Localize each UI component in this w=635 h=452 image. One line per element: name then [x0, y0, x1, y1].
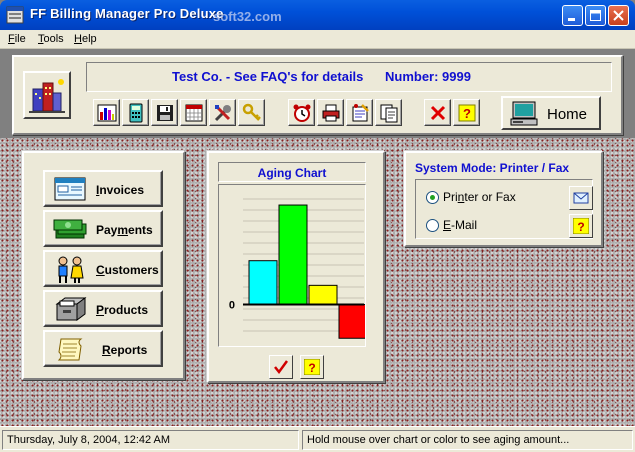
aging-chart-title: Aging Chart — [218, 162, 366, 182]
watermark: soft32.com — [213, 9, 282, 24]
documents-icon — [380, 104, 398, 123]
navigation-panel: Invoices Payments Customers Products Rep… — [22, 151, 185, 380]
svg-text:?: ? — [308, 361, 315, 375]
close-button[interactable] — [608, 5, 629, 26]
reports-label: Reports — [102, 343, 148, 357]
cancel-icon — [430, 105, 446, 121]
floppy-disk-icon — [157, 105, 173, 121]
maximize-button[interactable] — [585, 5, 606, 26]
tools-icon — [214, 105, 231, 122]
logo-button[interactable] — [23, 71, 71, 119]
scroll-icon — [57, 338, 83, 361]
status-datetime: Thursday, July 8, 2004, 12:42 AM — [2, 430, 299, 450]
printer-icon — [322, 104, 340, 122]
save-button[interactable] — [151, 99, 178, 126]
minimize-icon — [568, 18, 575, 21]
help-icon: ? — [458, 104, 476, 122]
toolbar-panel: Test Co. - See FAQ's for details Number:… — [12, 55, 623, 135]
key-button[interactable] — [238, 99, 265, 126]
status-hint: Hold mouse over chart or color to see ag… — [302, 430, 633, 450]
help-icon: ? — [304, 359, 320, 375]
printer-fax-label[interactable]: Printer or Fax — [443, 190, 516, 204]
close-icon — [613, 10, 624, 21]
chart-help-button[interactable]: ? — [300, 355, 324, 379]
chart-button[interactable] — [93, 99, 120, 126]
products-label: Products — [96, 303, 149, 317]
payments-label: Payments — [96, 223, 153, 237]
payments-button[interactable]: Payments — [43, 210, 163, 247]
company-info-box: Test Co. - See FAQ's for details Number:… — [86, 62, 612, 92]
key-icon — [242, 103, 261, 121]
calendar-button[interactable] — [180, 99, 207, 126]
customers-label: Customers — [96, 263, 159, 277]
menu-tools[interactable]: Tools — [38, 33, 64, 45]
notepad-button[interactable] — [346, 99, 373, 126]
system-mode-panel: System Mode: Printer / Fax Printer or Fa… — [404, 151, 603, 247]
minimize-button[interactable] — [562, 5, 583, 26]
aging-bar[interactable] — [308, 284, 338, 306]
help-button[interactable]: ? — [453, 99, 480, 126]
home-label: Home — [547, 106, 588, 123]
radio-selected-dot — [430, 195, 435, 200]
email-label[interactable]: E-Mail — [443, 218, 477, 232]
print-button[interactable] — [317, 99, 344, 126]
email-radio[interactable] — [426, 219, 439, 232]
people-icon — [58, 256, 84, 283]
envelope-button[interactable] — [569, 186, 593, 210]
aging-bar[interactable] — [248, 260, 278, 305]
aging-chart[interactable]: 0 — [219, 185, 368, 346]
system-mode-title: System Mode: Printer / Fax — [415, 161, 570, 175]
notepad-icon — [352, 104, 369, 122]
printer-fax-radio[interactable] — [426, 191, 439, 204]
cancel-button[interactable] — [424, 99, 451, 126]
computer-icon — [510, 101, 538, 126]
reports-button[interactable]: Reports — [43, 330, 163, 367]
app-window-icon — [6, 6, 24, 24]
company-number: Number: 9999 — [385, 69, 471, 84]
invoice-form-icon — [54, 177, 86, 201]
menu-bar: File Tools Help — [0, 30, 635, 49]
calculator-button[interactable] — [122, 99, 149, 126]
invoices-button[interactable]: Invoices — [43, 170, 163, 207]
chart-ok-button[interactable] — [269, 355, 293, 379]
calculator-icon — [129, 103, 143, 123]
bar-chart-icon — [97, 104, 117, 122]
tools-button[interactable] — [209, 99, 236, 126]
menu-help[interactable]: Help — [74, 33, 97, 45]
chart-zero-label: 0 — [229, 300, 235, 312]
alarm-clock-icon — [293, 104, 311, 122]
aging-chart-panel: Aging Chart 0 ? — [207, 151, 385, 383]
invoices-label: Invoices — [96, 183, 145, 197]
help-icon: ? — [573, 218, 589, 234]
money-stack-icon — [53, 219, 87, 239]
menu-file[interactable]: File — [8, 33, 26, 45]
mode-help-button[interactable]: ? — [569, 214, 593, 238]
calendar-icon — [185, 104, 203, 122]
office-building-icon — [29, 79, 65, 113]
system-mode-options: Printer or Fax E-Mail ? — [415, 179, 593, 239]
products-button[interactable]: Products — [43, 290, 163, 327]
envelope-icon — [573, 192, 589, 204]
svg-text:?: ? — [577, 220, 584, 234]
checkmark-icon — [274, 360, 289, 375]
company-name: Test Co. - See FAQ's for details — [172, 69, 364, 84]
svg-text:?: ? — [463, 106, 471, 121]
window-title: FF Billing Manager Pro Deluxe — [30, 6, 224, 21]
customers-button[interactable]: Customers — [43, 250, 163, 287]
aging-bar[interactable] — [338, 304, 368, 339]
home-button[interactable]: Home — [501, 96, 601, 130]
file-drawer-icon — [55, 297, 87, 321]
aging-chart-area[interactable]: 0 — [218, 184, 368, 347]
documents-button[interactable] — [375, 99, 402, 126]
title-bar[interactable]: FF Billing Manager Pro Deluxe soft32.com — [0, 0, 635, 30]
status-bar: Thursday, July 8, 2004, 12:42 AM Hold mo… — [0, 426, 635, 452]
aging-bar[interactable] — [278, 204, 308, 306]
alarm-button[interactable] — [288, 99, 315, 126]
maximize-icon — [590, 10, 601, 21]
